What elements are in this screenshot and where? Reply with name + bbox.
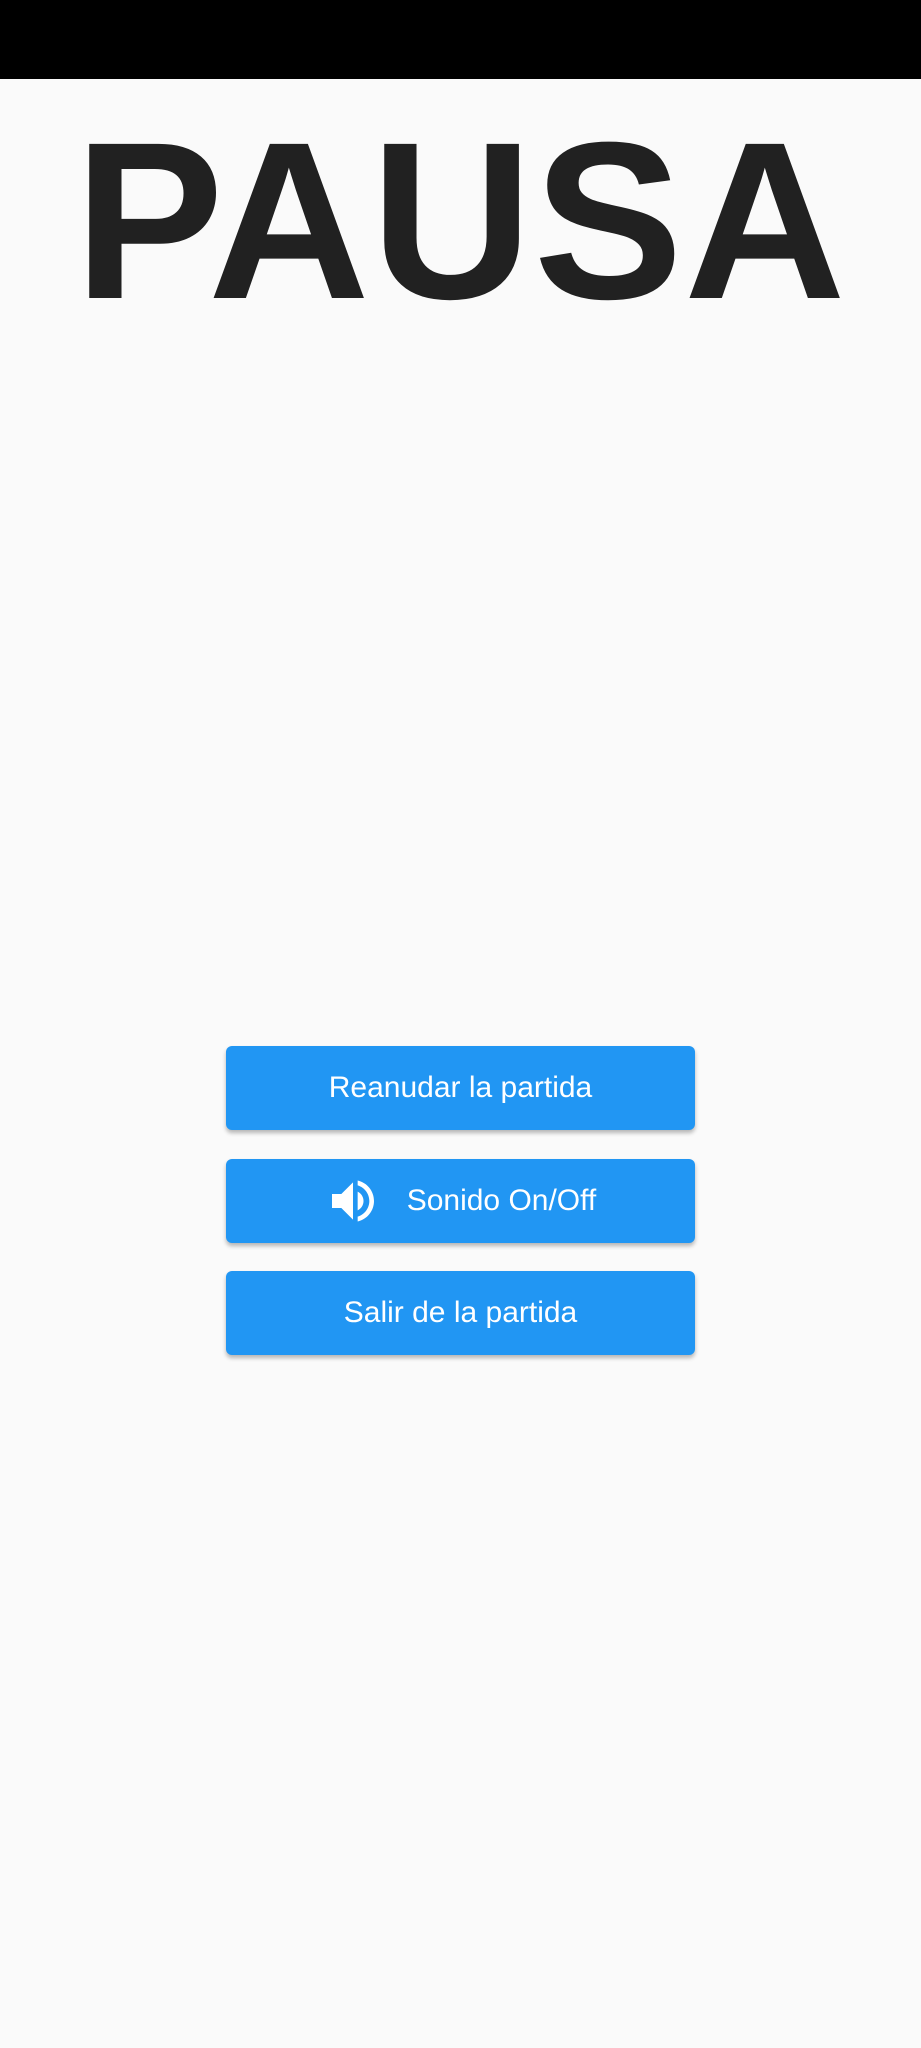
exit-game-label: Salir de la partida — [343, 1296, 578, 1329]
status-bar — [0, 0, 921, 79]
pause-screen: PAUSA Reanudar la partida Sonido On/Off … — [0, 79, 921, 2048]
resume-game-label: Reanudar la partida — [328, 1071, 593, 1104]
exit-game-button[interactable]: Salir de la partida — [226, 1271, 695, 1355]
sound-toggle-button[interactable]: Sonido On/Off — [226, 1159, 695, 1243]
volume-up-icon — [325, 1173, 381, 1229]
page-title: PAUSA — [74, 96, 847, 346]
sound-toggle-label: Sonido On/Off — [406, 1184, 597, 1217]
resume-game-button[interactable]: Reanudar la partida — [226, 1046, 695, 1130]
